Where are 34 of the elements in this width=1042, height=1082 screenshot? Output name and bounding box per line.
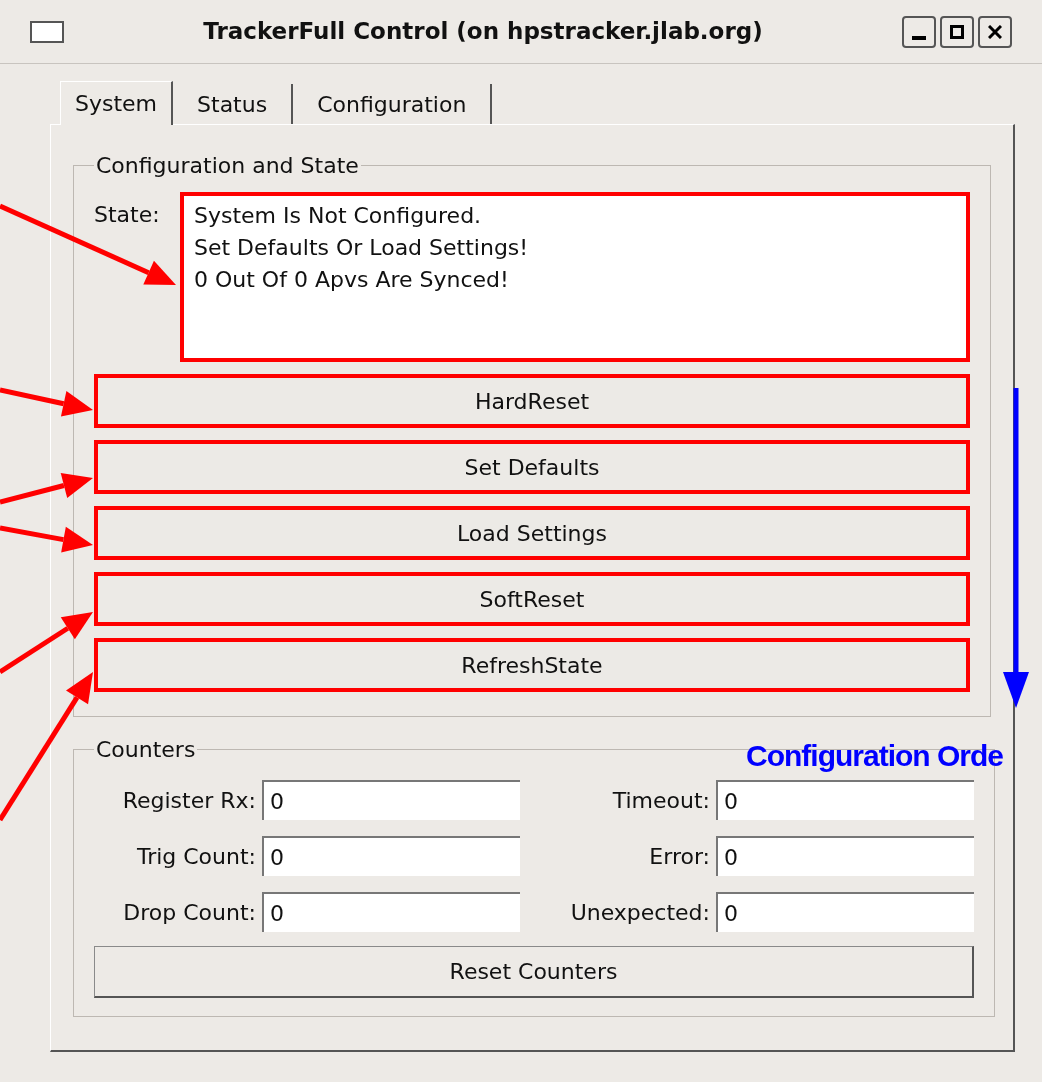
counter-field[interactable]: 0 xyxy=(716,892,974,932)
field-label: Register Rx: xyxy=(121,786,257,815)
action-button[interactable]: Set Defaults xyxy=(94,440,970,494)
counter-field[interactable]: 0 xyxy=(716,780,974,820)
field-label: Drop Count: xyxy=(122,898,257,927)
tab[interactable]: System xyxy=(60,81,174,125)
minimize-button[interactable] xyxy=(902,15,936,48)
close-button[interactable] xyxy=(978,15,1012,48)
counter-field[interactable]: 0 xyxy=(262,780,520,820)
tab[interactable]: Status xyxy=(173,84,294,124)
state-label: State: xyxy=(94,201,161,229)
action-button[interactable]: HardReset xyxy=(94,374,970,428)
field-label: Unexpected: xyxy=(569,898,711,927)
group-title: Configuration and State xyxy=(95,152,360,180)
counter-field[interactable]: 0 xyxy=(262,836,520,876)
window-icon xyxy=(30,20,64,43)
reset-counters-button[interactable]: Reset Counters xyxy=(94,946,974,998)
field-label: Trig Count: xyxy=(135,842,257,871)
state-line: Set Defaults Or Load Settings! xyxy=(194,234,530,262)
annotation-label: Configuration Orde xyxy=(746,738,1003,774)
action-button[interactable]: RefreshState xyxy=(94,638,970,692)
counter-field[interactable]: 0 xyxy=(262,892,520,932)
field-label: Timeout: xyxy=(611,786,711,815)
state-line: System Is Not Configured. xyxy=(194,202,483,230)
tab[interactable]: Configuration xyxy=(293,84,493,124)
counter-field[interactable]: 0 xyxy=(716,836,974,876)
action-button[interactable]: Load Settings xyxy=(94,506,970,560)
field-label: Error: xyxy=(648,842,711,871)
state-line: 0 Out Of 0 Apvs Are Synced! xyxy=(194,266,510,294)
group-title: Counters xyxy=(95,736,197,764)
close-icon xyxy=(988,24,1002,39)
window-title: TrackerFull Control (on hpstracker.jlab.org) xyxy=(202,17,764,47)
action-button[interactable]: SoftReset xyxy=(94,572,970,626)
maximize-button[interactable] xyxy=(940,15,974,48)
